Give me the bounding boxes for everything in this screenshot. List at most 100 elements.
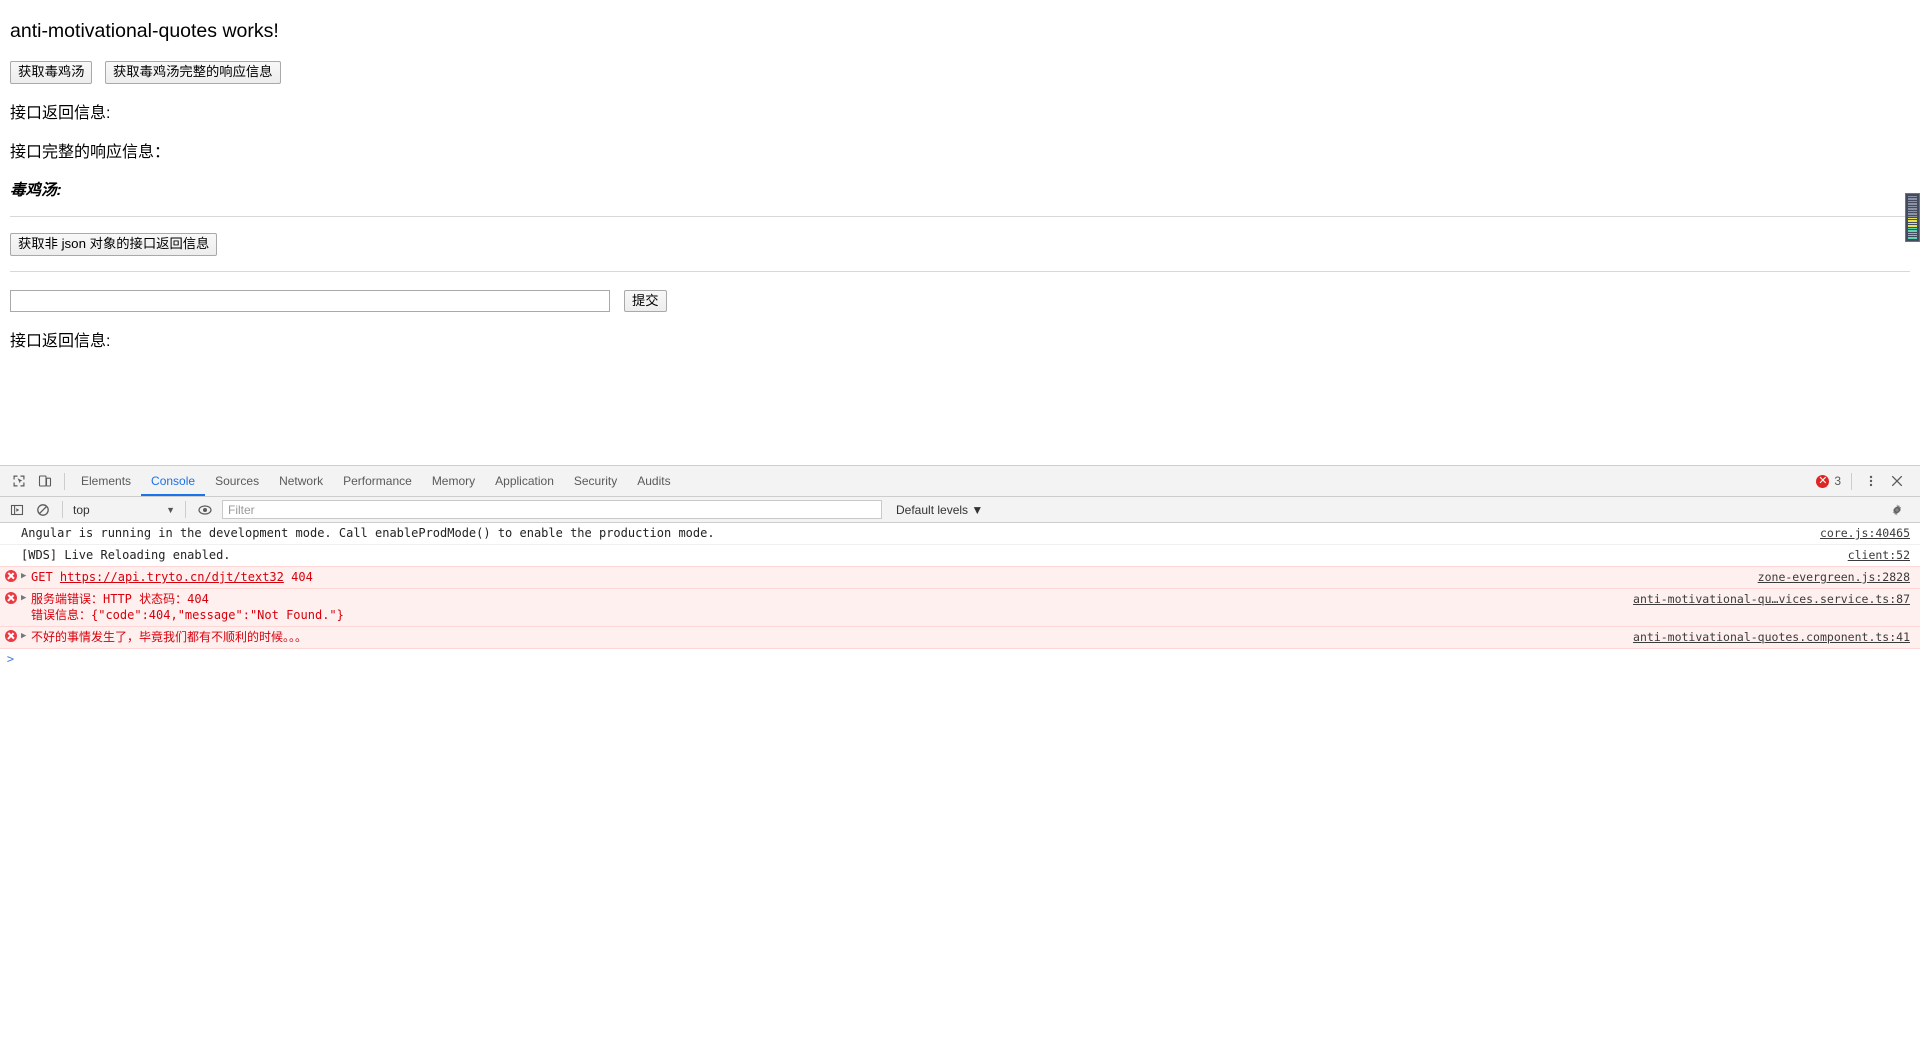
error-icon: ✕ (1816, 474, 1830, 488)
minimap-bar (1908, 208, 1917, 210)
minimap-bar (1908, 213, 1917, 215)
console-error-row[interactable]: ▶ 不好的事情发生了，毕竟我们都有不顺利的时候。。。 anti-motivati… (0, 626, 1920, 649)
message-text: [WDS] Live Reloading enabled. (21, 548, 231, 562)
minimap-bar (1908, 200, 1917, 203)
message-gutter (0, 629, 21, 642)
devtools-panel: Elements Console Sources Network Perform… (0, 465, 1920, 1058)
minimap-bar (1908, 210, 1917, 213)
more-options-icon[interactable] (1858, 468, 1884, 494)
message-text: GET https://api.tryto.cn/djt/text32 404 (31, 569, 1758, 585)
error-icon (4, 570, 17, 582)
tab-application[interactable]: Application (485, 466, 564, 496)
console-message-row[interactable]: [WDS] Live Reloading enabled. client:52 (0, 545, 1920, 567)
message-gutter (0, 569, 21, 582)
device-toolbar-icon[interactable] (32, 468, 58, 494)
api-result-label: 接口返回信息: (10, 105, 111, 123)
message-gutter (0, 525, 21, 526)
minimap-bar (1908, 215, 1917, 217)
message-text: 不好的事情发生了，毕竟我们都有不顺利的时候。。。 (31, 630, 308, 644)
prompt-caret-icon: > (6, 652, 15, 666)
toolbar-divider (64, 472, 65, 490)
minimap-bar (1908, 237, 1917, 239)
devtools-tabbar: Elements Console Sources Network Perform… (0, 466, 1920, 497)
fetch-quote-button[interactable]: 获取毒鸡汤 (10, 61, 93, 85)
error-icon (4, 592, 17, 604)
minimap-bar (1908, 235, 1917, 237)
minimap-bar (1908, 220, 1917, 222)
error-count-label: 3 (1834, 474, 1841, 488)
tab-performance[interactable]: Performance (333, 466, 422, 496)
console-error-row[interactable]: ▶ 服务端错误：HTTP 状态码：404 错误信息：{"code":404,"m… (0, 588, 1920, 627)
filterbar-divider-2 (185, 501, 186, 518)
quote-label: 毒鸡汤: (10, 182, 62, 200)
console-message-list: Angular is running in the development mo… (0, 523, 1920, 669)
request-method: GET (31, 570, 53, 584)
message-text: 服务端错误：HTTP 状态码：404 错误信息：{"code":404,"mes… (31, 592, 344, 622)
web-page-viewport: anti-motivational-quotes works! 获取毒鸡汤 获取… (0, 0, 1920, 465)
fetch-non-json-button[interactable]: 获取非 json 对象的接口返回信息 (10, 233, 218, 256)
live-expression-icon[interactable] (192, 497, 218, 523)
scrollbar-minimap[interactable] (1905, 193, 1920, 242)
expand-arrow-icon[interactable]: ▶ (21, 569, 31, 581)
minimap-bar (1908, 230, 1917, 232)
minimap-bar (1908, 217, 1917, 220)
console-filter-bar: top ▼ Default levels ▼ (0, 497, 1920, 523)
message-source-link[interactable]: anti-motivational-qu…vices.service.ts:87 (1633, 591, 1920, 607)
expand-arrow-icon[interactable]: ▶ (21, 591, 31, 603)
clear-console-icon[interactable] (30, 497, 56, 523)
action-button-row: 获取毒鸡汤 获取毒鸡汤完整的响应信息 (10, 61, 1910, 85)
status-code: 404 (291, 570, 313, 584)
message-source-link[interactable]: zone-evergreen.js:2828 (1758, 569, 1920, 585)
tab-security[interactable]: Security (564, 466, 627, 496)
execution-context-select[interactable]: top ▼ (69, 500, 179, 520)
minimap-bar (1908, 222, 1917, 225)
minimap-bar (1908, 196, 1917, 198)
divider-1 (10, 216, 1910, 218)
error-count-badge[interactable]: ✕ 3 (1816, 474, 1841, 488)
expand-arrow-icon[interactable]: ▶ (21, 629, 31, 641)
console-filter-input[interactable] (222, 500, 882, 519)
log-levels-dropdown[interactable]: Default levels ▼ (896, 503, 983, 517)
console-prompt-input[interactable] (21, 652, 1920, 666)
message-gutter (0, 591, 21, 604)
divider-2 (10, 270, 1910, 272)
tab-sources[interactable]: Sources (205, 466, 269, 496)
console-error-row[interactable]: ▶ GET https://api.tryto.cn/djt/text32 40… (0, 566, 1920, 589)
console-prompt-row[interactable]: > (0, 649, 1920, 669)
quote-submit-form: 提交 (10, 289, 1910, 313)
api-result-label-2: 接口返回信息: (10, 333, 111, 351)
tab-console[interactable]: Console (141, 466, 206, 496)
non-json-button-row: 获取非 json 对象的接口返回信息 (10, 233, 1910, 256)
chevron-down-icon: ▼ (166, 504, 175, 515)
settings-gear-icon[interactable] (1884, 497, 1910, 523)
submit-button[interactable]: 提交 (624, 289, 667, 313)
request-url-link[interactable]: https://api.tryto.cn/djt/text32 (60, 570, 284, 584)
api-full-response-label: 接口完整的响应信息： (10, 144, 171, 162)
inspect-element-icon[interactable] (6, 468, 32, 494)
tab-memory[interactable]: Memory (422, 466, 485, 496)
minimap-bar (1908, 198, 1917, 200)
console-sidebar-icon[interactable] (4, 497, 30, 523)
close-icon[interactable] (1884, 468, 1910, 494)
minimap-bar (1908, 232, 1917, 234)
filterbar-divider-1 (62, 501, 63, 518)
tab-elements[interactable]: Elements (71, 466, 141, 496)
message-source-link[interactable]: anti-motivational-quotes.component.ts:41 (1633, 629, 1920, 645)
minimap-bar (1908, 227, 1917, 230)
message-source-link[interactable]: client:52 (1848, 547, 1920, 563)
page-title: anti-motivational-quotes works! (10, 20, 279, 42)
minimap-bar (1908, 203, 1917, 205)
console-message-row[interactable]: Angular is running in the development mo… (0, 523, 1920, 545)
message-text: Angular is running in the development mo… (21, 526, 715, 540)
execution-context-value: top (73, 502, 90, 517)
error-icon (4, 630, 17, 642)
fetch-full-response-button[interactable]: 获取毒鸡汤完整的响应信息 (104, 61, 281, 85)
tab-network[interactable]: Network (269, 466, 333, 496)
quote-text-input[interactable] (10, 289, 610, 312)
minimap-bar (1908, 225, 1917, 227)
message-gutter (0, 547, 21, 548)
tab-audits[interactable]: Audits (627, 466, 680, 496)
toolbar-divider-2 (1851, 472, 1852, 490)
minimap-bar (1908, 205, 1917, 208)
message-source-link[interactable]: core.js:40465 (1820, 525, 1920, 541)
